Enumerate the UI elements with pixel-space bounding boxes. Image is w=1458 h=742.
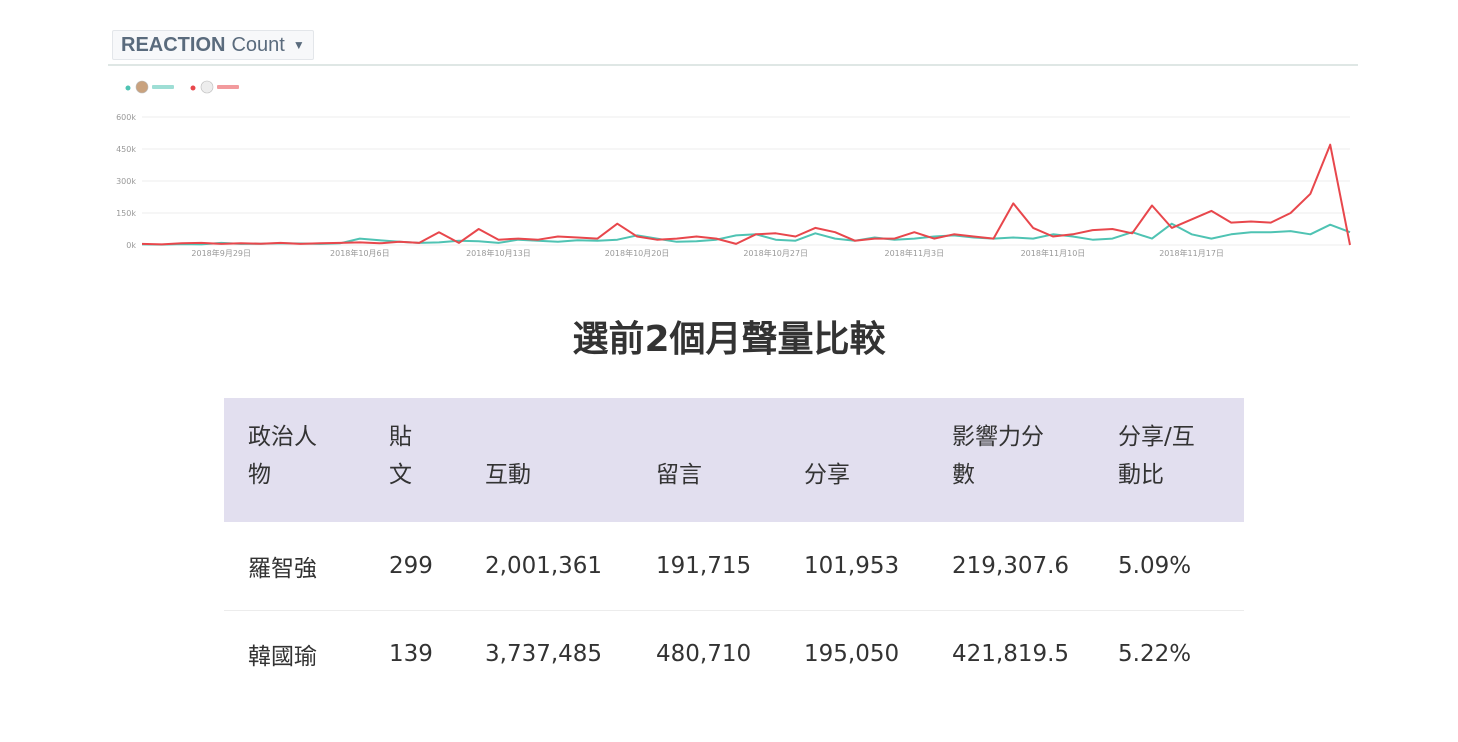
header-text-line: 分享 [804, 462, 850, 488]
header-share-ratio: 分享/互動比 [1094, 398, 1244, 522]
header-shares: 分享 [780, 398, 928, 522]
legend-name-placeholder [217, 85, 239, 89]
table-row: 羅智強 299 2,001,361 191,715 101,953 219,30… [224, 522, 1244, 611]
table-row: 韓國瑜 139 3,737,485 480,710 195,050 421,81… [224, 610, 1244, 698]
table-cell: 101,953 [780, 522, 928, 611]
header-text-line: 分享/互 [1118, 424, 1195, 450]
legend-marker-1 [125, 85, 131, 91]
header-text-line: 物 [248, 462, 271, 488]
table-cell: 139 [389, 641, 433, 668]
y-tick-label: 300k [116, 177, 136, 186]
x-tick-label: 2018年10月20日 [605, 248, 670, 258]
table-header-row: 政治人物 貼文 互動 留言 分享 影響力分數 分享/互動比 [224, 398, 1244, 522]
x-tick-label: 2018年10月27日 [743, 248, 808, 258]
header-interactions: 互動 [461, 398, 632, 522]
legend-name-placeholder [152, 85, 174, 89]
y-tick-label: 150k [116, 209, 136, 218]
x-tick-label: 2018年10月13日 [466, 248, 531, 258]
legend-marker-2 [190, 85, 196, 91]
avatar-icon [135, 80, 149, 94]
header-comments: 留言 [632, 398, 780, 522]
table-cell: 3,737,485 [485, 641, 603, 668]
stats-table: 政治人物 貼文 互動 留言 分享 影響力分數 分享/互動比 羅智強 299 2,… [224, 398, 1244, 698]
avatar-icon [200, 80, 214, 94]
table-cell: 韓國瑜 [248, 644, 317, 671]
header-text-line: 數 [952, 462, 975, 488]
header-text-line: 動比 [1118, 462, 1164, 488]
header-text-line: 貼 [389, 424, 412, 450]
header-text-line: 影響力分 [952, 424, 1044, 450]
table-cell: 5.09% [1094, 522, 1244, 611]
header-text-line: 互動 [485, 462, 531, 488]
table-cell: 5.22% [1118, 641, 1192, 668]
x-tick-label: 2018年11月17日 [1159, 248, 1224, 258]
header-text-line: 文 [389, 462, 412, 488]
series-line-1 [141, 222, 1351, 246]
x-tick-label: 2018年11月3日 [885, 248, 945, 258]
x-tick-label: 2018年10月6日 [330, 248, 390, 258]
header-text-line: 政治人 [248, 424, 317, 450]
page-title: 選前2個月聲量比較 [572, 319, 886, 360]
reaction-line-chart: 0k 150k 300k 450k 600k 2018年9月29日 2018年10月6日 20… [116, 80, 1351, 258]
header-politician: 政治人物 [224, 398, 365, 522]
table-cell: 421,819.5 [952, 641, 1070, 668]
table-cell: 219,307.6 [928, 522, 1094, 611]
table-cell: 480,710 [656, 641, 752, 668]
table-cell: 299 [365, 522, 461, 611]
table-cell: 191,715 [632, 522, 780, 611]
table-cell: 195,050 [804, 641, 900, 668]
x-tick-label: 2018年9月29日 [191, 248, 251, 258]
series-line-2 [141, 143, 1351, 246]
x-tick-label: 2018年11月10日 [1021, 248, 1086, 258]
header-influence-score: 影響力分數 [928, 398, 1094, 522]
table-cell: 2,001,361 [461, 522, 632, 611]
table-cell: 羅智強 [224, 522, 365, 611]
y-tick-label: 600k [116, 113, 136, 122]
y-tick-label: 450k [116, 145, 136, 154]
header-text-line: 留言 [656, 462, 702, 488]
header-posts: 貼文 [365, 398, 461, 522]
y-tick-label: 0k [126, 241, 136, 250]
